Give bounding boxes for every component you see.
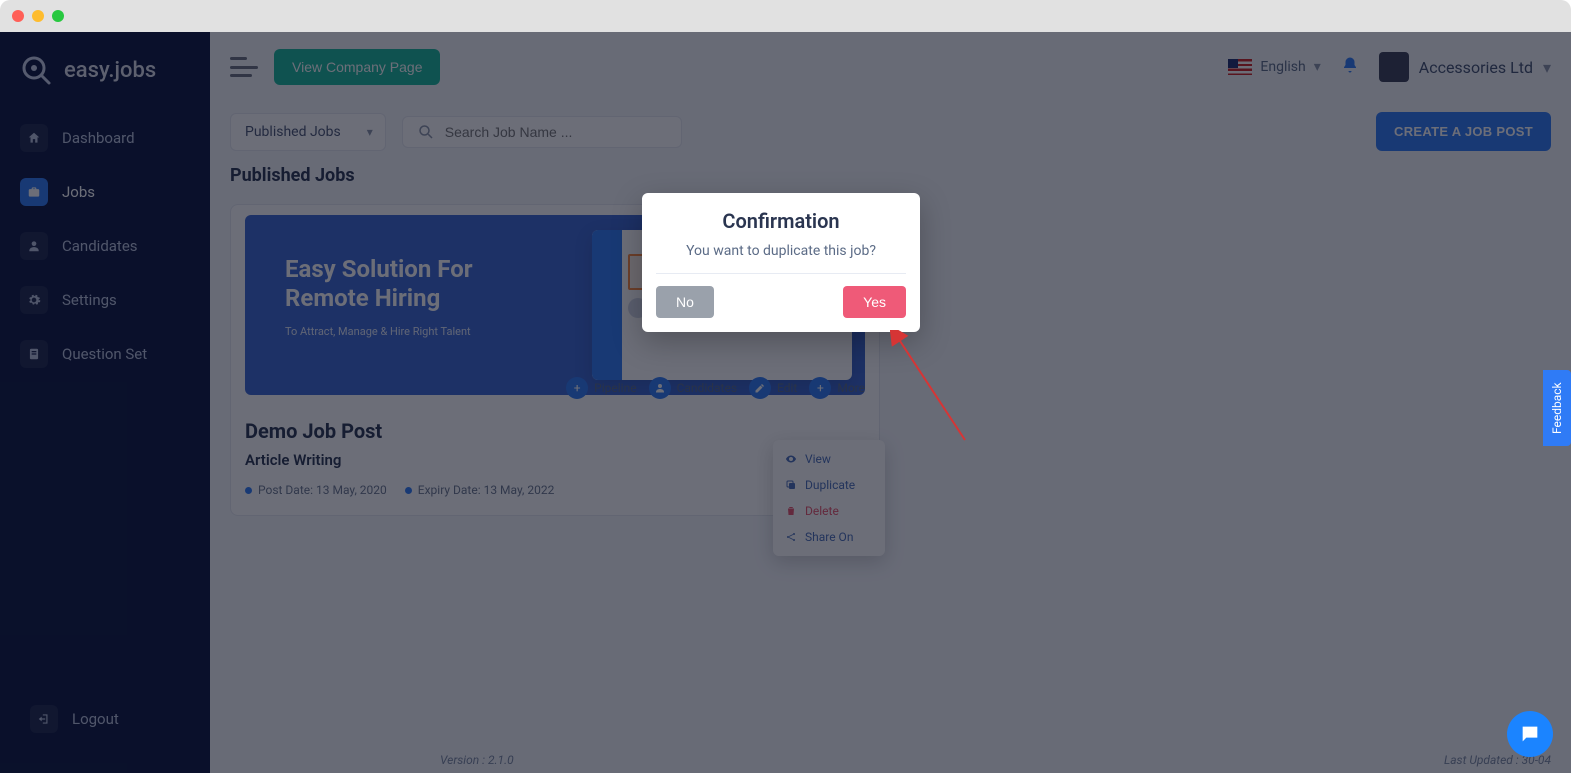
- language-label: English: [1260, 59, 1305, 75]
- search-box: [402, 116, 682, 148]
- more-button[interactable]: +More: [809, 377, 865, 399]
- sidebar: easy.jobs Dashboard Jobs Candidates Sett…: [0, 32, 210, 773]
- flag-us-icon: [1228, 59, 1252, 75]
- gear-icon: [20, 286, 48, 314]
- version-text: Version : 2.1.0: [440, 753, 514, 767]
- job-actions: +Pipeline Candidates Edit +More: [231, 377, 879, 399]
- share-icon: [785, 531, 797, 543]
- job-title: Demo Job Post: [245, 419, 865, 443]
- dropdown-view[interactable]: View: [773, 446, 885, 472]
- modal-no-button[interactable]: No: [656, 286, 714, 318]
- candidates-button[interactable]: Candidates: [649, 377, 737, 399]
- confirmation-modal: Confirmation You want to duplicate this …: [642, 193, 920, 332]
- briefcase-icon: [20, 178, 48, 206]
- traffic-light-close-icon[interactable]: [12, 10, 24, 22]
- eye-icon: [785, 453, 797, 465]
- brand-logo-icon: [18, 52, 54, 88]
- sidebar-label: Logout: [72, 710, 119, 728]
- chevron-down-icon: ▾: [1314, 59, 1321, 75]
- topbar: View Company Page English ▾ Accessories …: [210, 32, 1571, 102]
- modal-yes-button[interactable]: Yes: [843, 286, 906, 318]
- logout-section: Logout: [0, 675, 210, 773]
- bell-icon[interactable]: [1341, 56, 1359, 78]
- sidebar-item-settings[interactable]: Settings: [10, 276, 200, 324]
- sidebar-item-dashboard[interactable]: Dashboard: [10, 114, 200, 162]
- document-icon: [20, 340, 48, 368]
- more-dropdown: View Duplicate Delete Share On: [773, 440, 885, 556]
- trash-icon: [785, 505, 797, 517]
- company-name: Accessories Ltd: [1419, 58, 1533, 77]
- copy-icon: [785, 479, 797, 491]
- footer: Version : 2.1.0 Last Updated : 30-04: [440, 753, 1551, 767]
- chevron-down-icon: ▾: [1543, 58, 1551, 77]
- dropdown-delete[interactable]: Delete: [773, 498, 885, 524]
- modal-text: You want to duplicate this job?: [656, 243, 906, 274]
- company-logo-icon: [1379, 52, 1409, 82]
- banner-title-2: Remote Hiring: [285, 284, 580, 313]
- job-body: Demo Job Post Article Writing Post Date:…: [245, 419, 865, 497]
- modal-buttons: No Yes: [656, 286, 906, 318]
- plus-icon: +: [809, 377, 831, 399]
- mac-titlebar: [0, 0, 1571, 32]
- modal-title: Confirmation: [656, 209, 906, 233]
- search-input[interactable]: [443, 123, 667, 141]
- section-title: Published Jobs: [230, 165, 1551, 186]
- sidebar-label: Dashboard: [62, 129, 135, 147]
- filter-select[interactable]: Published Jobs: [230, 113, 386, 151]
- plus-icon: +: [566, 377, 588, 399]
- nav: Dashboard Jobs Candidates Settings Quest…: [0, 108, 210, 384]
- banner-title-1: Easy Solution For: [285, 255, 580, 284]
- sidebar-item-candidates[interactable]: Candidates: [10, 222, 200, 270]
- pencil-icon: [749, 377, 771, 399]
- sidebar-item-question-set[interactable]: Question Set: [10, 330, 200, 378]
- user-icon: [649, 377, 671, 399]
- feedback-tab[interactable]: Feedback: [1543, 370, 1571, 446]
- banner-text: Easy Solution For Remote Hiring To Attra…: [245, 215, 580, 395]
- user-icon: [20, 232, 48, 260]
- banner-sub: To Attract, Manage & Hire Right Talent: [285, 325, 580, 338]
- create-job-button[interactable]: CREATE A JOB POST: [1376, 112, 1551, 151]
- edit-button[interactable]: Edit: [749, 377, 797, 399]
- topbar-right: English ▾ Accessories Ltd ▾: [1228, 52, 1551, 82]
- sidebar-item-jobs[interactable]: Jobs: [10, 168, 200, 216]
- sidebar-label: Question Set: [62, 345, 147, 363]
- logout-icon: [30, 705, 58, 733]
- job-meta: Post Date: 13 May, 2020 Expiry Date: 13 …: [245, 483, 865, 497]
- sidebar-item-logout[interactable]: Logout: [20, 695, 190, 743]
- brand: easy.jobs: [0, 32, 210, 108]
- pipeline-button[interactable]: +Pipeline: [566, 377, 636, 399]
- dropdown-share[interactable]: Share On: [773, 524, 885, 550]
- sidebar-label: Jobs: [62, 183, 95, 201]
- expiry-date: Expiry Date: 13 May, 2022: [405, 483, 555, 497]
- language-selector[interactable]: English ▾: [1228, 59, 1320, 75]
- hamburger-icon[interactable]: [230, 57, 258, 77]
- post-date: Post Date: 13 May, 2020: [245, 483, 387, 497]
- chat-icon: [1519, 723, 1541, 745]
- main: View Company Page English ▾ Accessories …: [210, 32, 1571, 773]
- chat-fab[interactable]: [1507, 711, 1553, 757]
- home-icon: [20, 124, 48, 152]
- company-selector[interactable]: Accessories Ltd ▾: [1379, 52, 1551, 82]
- traffic-light-zoom-icon[interactable]: [52, 10, 64, 22]
- job-category: Article Writing: [245, 451, 865, 469]
- view-company-button[interactable]: View Company Page: [274, 49, 440, 85]
- sidebar-label: Candidates: [62, 237, 138, 255]
- search-icon: [417, 123, 435, 141]
- dropdown-duplicate[interactable]: Duplicate: [773, 472, 885, 498]
- toolbar: Published Jobs CREATE A JOB POST: [230, 102, 1551, 161]
- brand-text: easy.jobs: [64, 58, 156, 83]
- sidebar-label: Settings: [62, 291, 117, 309]
- traffic-light-minimize-icon[interactable]: [32, 10, 44, 22]
